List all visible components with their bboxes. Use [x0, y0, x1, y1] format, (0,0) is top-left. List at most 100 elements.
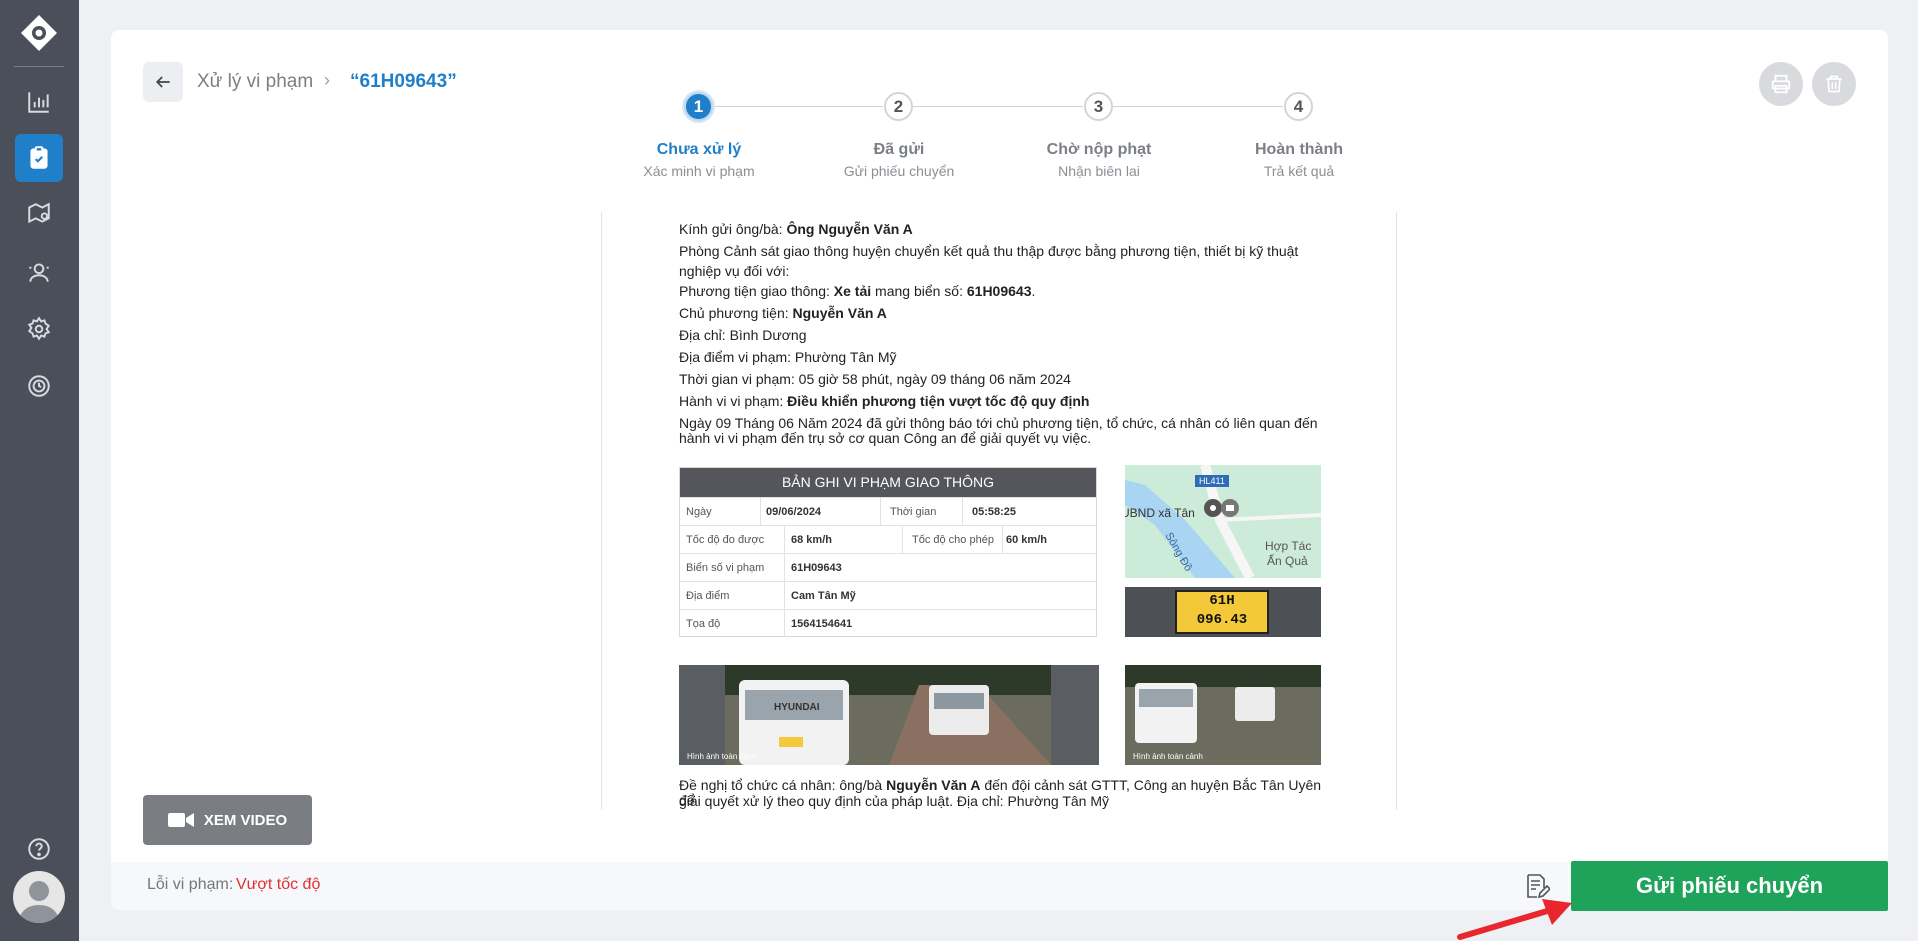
record-speed-label: Tốc độ đo được — [686, 534, 765, 546]
doc-time: Thời gian vi phạm: 05 giờ 58 phút, ngày … — [679, 371, 1071, 387]
behavior-value: Điều khiển phương tiện vượt tốc độ quy đ… — [787, 393, 1090, 409]
trash-icon — [1826, 75, 1842, 93]
breadcrumb-separator: › — [324, 70, 330, 90]
panorama-thumbnail[interactable]: Hình ảnh toàn cảnh — [1125, 665, 1321, 765]
record-plate-label: Biển số vi phạm — [686, 562, 765, 574]
record-limit-label: Tốc độ cho phép — [912, 534, 994, 546]
users-icon — [29, 263, 49, 282]
clipboard-check-icon — [30, 146, 48, 169]
send-transfer-button[interactable]: Gửi phiếu chuyển — [1571, 861, 1888, 911]
error-label: Lỗi vi phạm: — [147, 876, 234, 893]
record-row: Tốc độ đo được 68 km/h Tốc độ cho phép 6… — [680, 525, 1096, 553]
clock-icon — [28, 375, 50, 397]
step-2-circle[interactable]: 2 — [884, 92, 913, 121]
step-4-subtitle: Trả kết quả — [1263, 163, 1335, 179]
owner-name: Nguyễn Văn A — [792, 305, 887, 321]
print-button[interactable] — [1759, 62, 1803, 106]
watch-video-button[interactable]: XEM VIDEO — [143, 795, 312, 845]
plate-number: 61H09643 — [966, 283, 1032, 299]
step-4-circle[interactable]: 4 — [1284, 92, 1313, 121]
doc-behavior: Hành vi vi phạm: Điều khiển phương tiện … — [679, 394, 1329, 409]
user-avatar-icon — [19, 881, 59, 923]
step-3-title: Chờ nộp phạt — [1046, 141, 1152, 158]
map-road-label: HL411 — [1199, 476, 1225, 486]
panorama-caption: Hình ảnh toàn cảnh — [687, 752, 757, 761]
pointer-arrow-icon — [1457, 899, 1572, 940]
greeting-label: Kính gửi ông/bà: — [679, 221, 783, 237]
record-row: Biển số vi phạm 61H09643 — [680, 553, 1096, 581]
sidebar-item-help[interactable] — [15, 825, 63, 873]
owner-label: Chủ phương tiện: — [679, 305, 789, 321]
transfer-document: Kính gửi ông/bà: Ông Nguyễn Văn A Phòng … — [601, 212, 1397, 810]
plate-label: mang biển số: — [875, 283, 963, 299]
chart-icon — [28, 92, 49, 113]
doc-intro-1: Phòng Cảnh sát giao thông huyện chuyển k… — [679, 243, 1299, 259]
page-title: “61H09643” — [350, 71, 457, 92]
sidebar-item-history[interactable] — [15, 362, 63, 410]
map-area-label-1: Hợp Tác — [1265, 539, 1311, 553]
gear-icon — [27, 316, 51, 341]
violation-record-table: BẢN GHI VI PHẠM GIAO THÔNG Ngày 09/06/20… — [679, 467, 1097, 637]
record-date: 09/06/2024 — [766, 506, 822, 518]
plate-line-1: 61H — [1209, 593, 1235, 609]
license-plate: 61H 096.43 — [1175, 590, 1269, 634]
sidebar-item-reports[interactable] — [15, 78, 63, 126]
vehicle-label: Phương tiện giao thông: — [679, 283, 830, 299]
record-row: Địa điểm Cam Tân Mỹ — [680, 581, 1096, 609]
record-limit: 60 km/h — [1006, 534, 1047, 546]
step-1-subtitle: Xác minh vi phạm — [643, 163, 755, 179]
step-3-circle[interactable]: 3 — [1084, 92, 1113, 121]
panorama-image[interactable]: HYUNDAI Hình ảnh toàn cảnh — [679, 665, 1099, 765]
delete-button[interactable] — [1812, 62, 1856, 106]
doc-address: Địa chỉ: Bình Dương — [679, 327, 807, 343]
user-avatar[interactable] — [13, 871, 65, 923]
record-date-label: Ngày — [686, 506, 712, 518]
sidebar-item-map[interactable] — [15, 190, 63, 238]
breadcrumb-parent[interactable]: Xử lý vi phạm — [197, 71, 313, 93]
doc-notice-1: Ngày 09 Tháng 06 Năm 2024 đã gửi thông b… — [679, 415, 1318, 431]
record-speed: 68 km/h — [791, 534, 832, 546]
sidebar-item-users[interactable] — [15, 248, 63, 296]
arrow-left-icon — [155, 76, 170, 88]
truck-brand-label: HYUNDAI — [774, 702, 820, 713]
step-1-circle[interactable]: 1 — [684, 92, 713, 121]
sidebar-item-violations[interactable] — [15, 134, 63, 182]
map-area-label-2: Ấn Quả — [1267, 553, 1308, 568]
step-3-subtitle: Nhận biên lai — [1058, 163, 1140, 179]
record-title: BẢN GHI VI PHẠM GIAO THÔNG — [680, 468, 1096, 497]
sidebar — [0, 0, 79, 941]
record-time: 05:58:25 — [972, 506, 1017, 518]
step-4-title: Hoàn thành — [1255, 141, 1343, 158]
doc-owner: Chủ phương tiện: Nguyễn Văn A — [679, 306, 1329, 321]
record-coord-label: Tọa độ — [686, 618, 721, 630]
step-1-title: Chưa xử lý — [656, 141, 742, 158]
help-icon — [28, 838, 50, 860]
sidebar-item-settings[interactable] — [15, 305, 63, 353]
logo-icon[interactable] — [19, 13, 59, 53]
behavior-label: Hành vi vi phạm: — [679, 393, 784, 409]
record-coord: 1564154641 — [791, 618, 853, 630]
watch-video-label: XEM VIDEO — [203, 811, 288, 829]
record-row: Ngày 09/06/2024 Thời gian 05:58:25 — [680, 497, 1096, 525]
doc-closing-2: giải quyết xử lý theo quy định của pháp … — [679, 793, 1110, 809]
location-map[interactable]: HL411 UBND xã Tân Sông Đồ Hợp Tác Ấn Quả — [1125, 465, 1321, 578]
thumbnail-caption: Hình ảnh toàn cảnh — [1133, 752, 1203, 761]
plate-image[interactable]: 61H 096.43 — [1125, 587, 1321, 637]
step-connector — [913, 106, 1083, 107]
back-button[interactable] — [143, 62, 183, 102]
step-connector — [1113, 106, 1283, 107]
step-2-title: Đã gửi — [873, 141, 925, 158]
step-connector — [713, 106, 883, 107]
record-place: Cam Tân Mỹ — [791, 590, 856, 602]
vehicle-type: Xe tải — [833, 283, 872, 299]
map-pin-icon — [28, 202, 50, 224]
plate-line-2: 096.43 — [1196, 612, 1248, 628]
doc-greeting: Kính gửi ông/bà: Ông Nguyễn Văn A — [679, 222, 1329, 237]
closing-name: Nguyễn Văn A — [886, 777, 981, 793]
step-2-subtitle: Gửi phiếu chuyển — [843, 163, 955, 179]
doc-location: Địa điểm vi phạm: Phường Tân Mỹ — [679, 349, 897, 365]
greeting-name: Ông Nguyễn Văn A — [786, 221, 913, 237]
closing-label: Đề nghị tổ chức cá nhân: ông/bà — [679, 777, 883, 793]
sidebar-divider — [14, 66, 64, 67]
doc-intro-2: nghiệp vụ đối với: — [679, 263, 790, 279]
